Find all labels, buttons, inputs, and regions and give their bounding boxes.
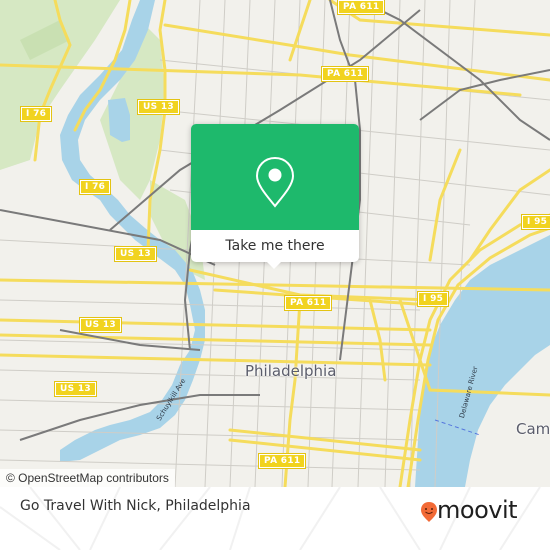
popup-header — [191, 124, 359, 230]
road-shield-pa611: PA 611 — [336, 0, 386, 15]
popup-pointer — [266, 261, 282, 269]
footer-bar: Go Travel With Nick, Philadelphia moovit — [0, 487, 550, 550]
reservoir — [108, 98, 130, 142]
road-shield-pa611: PA 611 — [283, 295, 333, 311]
road-shield-us13: US 13 — [114, 246, 157, 262]
map-pin-icon — [255, 156, 295, 208]
city-label-philadelphia: Philadelphia — [245, 362, 337, 380]
road-shield-i95: I 95 — [520, 214, 550, 230]
road-shield-us13: US 13 — [54, 381, 97, 397]
take-me-there-button[interactable]: Take me there — [191, 230, 359, 262]
delaware-river — [415, 240, 550, 487]
map-view[interactable]: I 76 I 76 US 13 US 13 US 13 US 13 PA 611… — [0, 0, 550, 487]
city-label-camden: Cam — [516, 420, 550, 438]
road-shield-pa611: PA 611 — [257, 453, 307, 469]
moovit-wordmark: moovit — [437, 496, 518, 524]
road-shield-us13: US 13 — [79, 317, 122, 333]
moovit-pin-icon — [421, 502, 437, 522]
map-attribution[interactable]: © OpenStreetMap contributors — [0, 469, 175, 487]
location-popup: Take me there — [191, 124, 359, 269]
road-shield-us13: US 13 — [137, 99, 180, 115]
road-shield-i76: I 76 — [19, 106, 53, 122]
road-shield-pa611: PA 611 — [320, 66, 370, 82]
road-shield-i95: I 95 — [416, 291, 450, 307]
place-title: Go Travel With Nick, Philadelphia — [20, 498, 251, 514]
road-shield-i76: I 76 — [78, 179, 112, 195]
